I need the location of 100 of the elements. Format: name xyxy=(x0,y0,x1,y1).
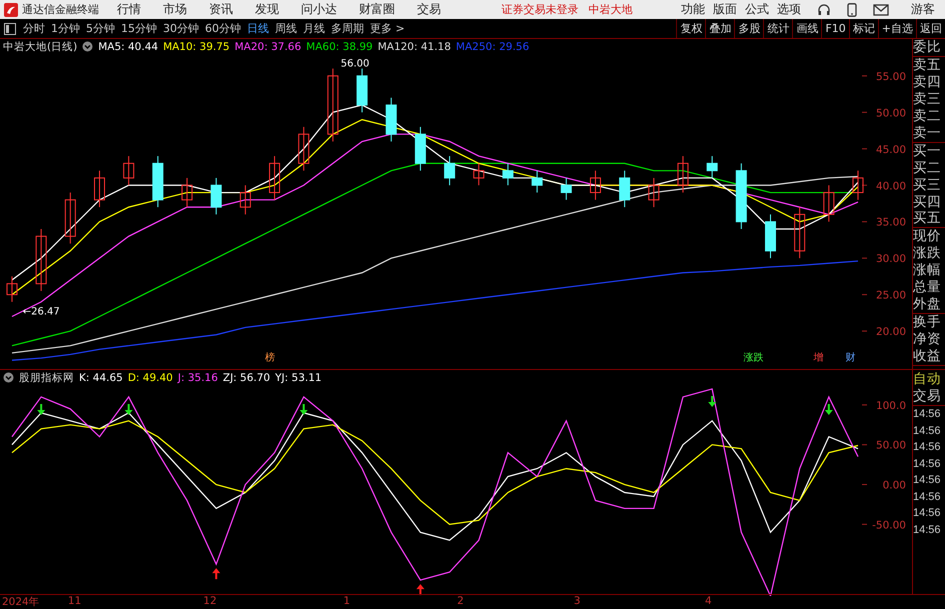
user-name[interactable]: 游客 xyxy=(911,1,935,18)
quote-field-label: 买三 xyxy=(913,176,942,194)
candlestick xyxy=(823,185,834,223)
menu-item[interactable]: 市场 xyxy=(163,1,187,18)
dropdown-icon[interactable] xyxy=(82,41,94,52)
candlestick xyxy=(94,170,106,208)
axis-label: 50.00 xyxy=(862,108,906,120)
menu-item[interactable]: 财富圈 xyxy=(359,1,395,18)
axis-label: 25.00 xyxy=(862,290,906,302)
legend-item: YJ: 53.11 xyxy=(275,372,322,384)
chart-marker: ←26.47 xyxy=(22,306,60,318)
candlestick xyxy=(794,207,806,260)
quote-field-label: 总量 xyxy=(913,279,942,296)
axis-label: 55.00 xyxy=(862,71,906,84)
candlestick xyxy=(64,192,76,244)
menu-item[interactable]: 问小达 xyxy=(301,1,337,18)
quote-field-label: 涨跌 xyxy=(913,245,942,262)
phone-icon[interactable] xyxy=(847,2,857,17)
period-tab[interactable]: 15分钟 xyxy=(118,21,160,36)
period-tab[interactable]: 日线 xyxy=(244,21,272,36)
candlestick xyxy=(36,228,47,292)
menu-item[interactable]: 公式 xyxy=(745,1,769,18)
quote-field-label: 涨幅 xyxy=(913,262,942,280)
chart-title: 中岩大地(日线) xyxy=(3,40,78,54)
period-tab[interactable]: 多周期 xyxy=(328,21,367,36)
trade-label: 交易 xyxy=(913,388,945,406)
menu-item[interactable]: 功能 xyxy=(681,1,705,18)
axis-label: 30.00 xyxy=(862,254,906,266)
quote-field-label: 买一 xyxy=(913,142,942,160)
trade-time: 14:56 xyxy=(913,490,942,505)
candlestick xyxy=(298,126,310,172)
menu-item[interactable]: 选项 xyxy=(777,1,801,18)
quote-field-label: 卖四 xyxy=(913,74,942,92)
app-logo-icon xyxy=(4,2,18,17)
quote-field-label: 卖三 xyxy=(913,91,942,108)
candlestick xyxy=(619,170,630,208)
toolbar-button[interactable]: 多股 xyxy=(734,19,764,38)
candlestick xyxy=(6,276,18,303)
menu-item[interactable]: 发现 xyxy=(255,1,279,18)
date-label: 11 xyxy=(68,595,82,608)
menu-item[interactable]: 资讯 xyxy=(209,1,233,18)
legend-item: MA10: 39.75 xyxy=(163,40,230,53)
up-arrow-icon xyxy=(416,584,424,596)
auto-status[interactable]: 自动 xyxy=(913,370,945,388)
axis-label: 50.00 xyxy=(862,440,906,452)
date-label: 2 xyxy=(457,595,464,608)
down-arrow-icon xyxy=(37,404,46,416)
period-tab[interactable]: 30分钟 xyxy=(160,21,202,36)
toolbar-button[interactable]: 标记 xyxy=(848,19,878,38)
period-tab[interactable]: 60分钟 xyxy=(202,21,244,36)
quote-field-label: 净资 xyxy=(913,330,942,348)
axis-label: -50.00 xyxy=(862,520,906,532)
trade-time: 14:56 xyxy=(913,424,942,439)
candlestick xyxy=(269,156,280,201)
quote-field-label: 收益 xyxy=(913,348,942,365)
candlestick xyxy=(123,156,134,186)
chart-marker: 增 xyxy=(813,352,824,364)
period-tab[interactable]: 1分钟 xyxy=(48,21,83,36)
period-tab[interactable]: 5分钟 xyxy=(83,21,118,36)
menu-item[interactable]: 版面 xyxy=(713,1,737,18)
axis-label: 45.00 xyxy=(862,144,906,156)
login-notice[interactable]: 证券交易未登录 xyxy=(502,2,578,18)
menu-item[interactable]: 行情 xyxy=(117,1,141,18)
quote-field-label: 现价 xyxy=(913,228,942,246)
axis-label: 100.0 xyxy=(862,400,906,412)
period-tab[interactable]: 分时 xyxy=(20,21,48,36)
quote-field-label: 买二 xyxy=(913,160,942,177)
period-tab[interactable]: 月线 xyxy=(300,21,328,36)
sidebar-toggle-icon[interactable] xyxy=(4,22,16,35)
legend-item: MA120: 41.18 xyxy=(378,40,451,53)
trade-time: 14:56 xyxy=(913,407,942,422)
legend-item: K: 44.65 xyxy=(79,372,123,384)
candlestick xyxy=(677,156,688,194)
login-notice[interactable]: 中岩大地 xyxy=(588,2,632,18)
legend-item: J: 35.16 xyxy=(178,372,218,384)
menu-item[interactable]: 交易 xyxy=(417,1,441,18)
candlestick xyxy=(532,170,543,194)
period-tab[interactable]: 周线 xyxy=(272,21,300,36)
candlestick xyxy=(444,156,456,186)
axis-label: 0.00 xyxy=(862,480,906,492)
chart-marker: 榜 xyxy=(264,352,275,364)
candlestick xyxy=(502,163,514,186)
down-arrow-icon xyxy=(300,404,308,416)
toolbar-button[interactable]: 复权 xyxy=(676,19,706,38)
dropdown-icon[interactable] xyxy=(3,372,14,384)
candlestick xyxy=(706,156,718,179)
candlestick xyxy=(764,214,776,260)
headset-icon[interactable] xyxy=(817,2,831,17)
toolbar-button[interactable]: 画线 xyxy=(792,19,822,38)
toolbar-button[interactable]: 统计 xyxy=(763,19,792,38)
toolbar-button[interactable]: +自选 xyxy=(878,19,916,38)
mail-icon[interactable] xyxy=(873,4,889,16)
period-tab[interactable]: 更多 > xyxy=(367,21,408,36)
candlestick xyxy=(182,178,193,208)
quote-field-label: 委比 xyxy=(913,39,942,56)
candlestick xyxy=(648,178,660,208)
candlestick xyxy=(240,185,251,216)
indicator-title: 股朋指标网 xyxy=(19,370,74,385)
axis-label: 35.00 xyxy=(862,217,906,230)
candlestick xyxy=(560,178,572,201)
